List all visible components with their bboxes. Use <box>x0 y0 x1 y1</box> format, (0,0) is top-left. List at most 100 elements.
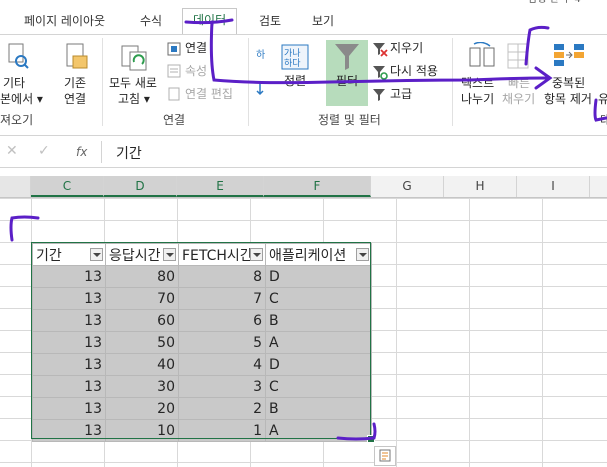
table-cell[interactable]: 7 <box>178 287 266 310</box>
text-to-columns-label-2: 나누기 <box>461 92 495 106</box>
existing-connections-label-2: 연결 <box>64 92 87 106</box>
flash-fill-label-2: 채우기 <box>502 92 536 106</box>
header-label: 기간 <box>36 247 62 264</box>
group-label-connections: 연결 <box>163 113 186 127</box>
table-cell[interactable]: 1 <box>178 419 266 442</box>
tab-data[interactable]: 데이터 <box>182 8 238 36</box>
database-icon <box>8 43 29 69</box>
table-cell[interactable]: 13 <box>32 353 106 376</box>
table-cell[interactable]: 13 <box>32 419 106 442</box>
table-cell[interactable]: 10 <box>105 419 179 442</box>
filter-icon <box>335 44 359 70</box>
table-cell[interactable]: 50 <box>105 331 179 354</box>
advanced-label: 고급 <box>390 87 413 101</box>
table-cell[interactable]: 13 <box>32 287 106 310</box>
column-header-f[interactable]: F <box>264 176 371 197</box>
table-cell[interactable]: 70 <box>105 287 179 310</box>
table-cell[interactable]: 13 <box>32 265 106 288</box>
data-validation-label-cut[interactable]: 유 <box>598 92 607 107</box>
column-header-i[interactable]: I <box>517 176 590 197</box>
sort-label: 정렬 <box>284 74 307 88</box>
connections-icon <box>167 42 181 56</box>
table-cell[interactable]: 4 <box>178 353 266 376</box>
reapply-icon <box>373 66 388 80</box>
table-row: 13 20 2 B <box>32 397 372 420</box>
tab-page-layout[interactable]: 페이지 레이아웃 <box>14 10 115 34</box>
refresh-all-label-1: 모두 새로 <box>109 76 157 90</box>
table-cell[interactable]: 13 <box>32 375 106 398</box>
table-cell[interactable]: 30 <box>105 375 179 398</box>
fill-handle[interactable] <box>367 435 375 443</box>
tab-formulas[interactable]: 수식 <box>130 10 172 34</box>
table-cell[interactable]: 6 <box>178 309 266 332</box>
tab-review[interactable]: 검토 <box>249 10 291 34</box>
column-header-c[interactable]: C <box>31 176 104 197</box>
edit-links-label: 연결 편집 <box>185 87 233 101</box>
column-header-d[interactable]: D <box>104 176 177 197</box>
table-header-row: 기간 응답시간 FETCH시간 애플리케이션 <box>32 243 372 266</box>
filter-dropdown-icon[interactable] <box>90 248 103 261</box>
table-cell[interactable]: 20 <box>105 397 179 420</box>
group-separator <box>452 38 453 126</box>
formula-input[interactable]: 기간 <box>116 143 142 163</box>
table-row: 13 50 5 A <box>32 331 372 354</box>
table-cell[interactable]: C <box>265 375 372 398</box>
column-header-bar: C D E F G H I <box>0 176 607 198</box>
clear-label: 지우기 <box>390 41 424 55</box>
group-label-sort-filter: 정렬 및 필터 <box>318 113 381 127</box>
header-cell-fetch-time[interactable]: FETCH시간 <box>178 243 266 266</box>
group-label-data-tools: 데 <box>600 113 607 127</box>
column-header-g[interactable]: G <box>371 176 444 197</box>
quick-analysis-button[interactable] <box>374 446 396 466</box>
table-cell[interactable]: 13 <box>32 309 106 332</box>
tab-view[interactable]: 보기 <box>302 10 344 34</box>
filter-dropdown-icon[interactable] <box>163 248 176 261</box>
select-all-corner[interactable] <box>0 176 31 197</box>
cancel-icon[interactable]: ✕ <box>6 143 18 159</box>
table-cell[interactable]: C <box>265 287 372 310</box>
header-cell-application[interactable]: 애플리케이션 <box>265 243 372 266</box>
svg-text:하다: 하다 <box>284 58 301 69</box>
table-cell[interactable]: D <box>265 265 372 288</box>
clear-filter-icon <box>373 43 388 57</box>
header-label: 애플리케이션 <box>269 247 347 264</box>
filter-button[interactable]: 필터 <box>326 40 368 106</box>
table-cell[interactable]: D <box>265 353 372 376</box>
properties-label: 속성 <box>185 64 208 78</box>
header-label: FETCH시간 <box>182 247 253 264</box>
quick-analysis-icon <box>379 449 391 462</box>
table-cell[interactable]: 13 <box>32 397 106 420</box>
properties-icon <box>167 64 181 78</box>
title-bar-text: 탐정 만 수 4 <box>528 0 607 5</box>
insert-function-icon[interactable]: fx <box>76 145 87 159</box>
table-cell[interactable]: B <box>265 397 372 420</box>
get-external-label-2: 본에서 ▾ <box>0 92 43 106</box>
table-cell[interactable]: A <box>265 331 372 354</box>
column-header-e[interactable]: E <box>177 176 264 197</box>
table-cell[interactable]: 40 <box>105 353 179 376</box>
enter-icon[interactable]: ✓ <box>38 143 50 159</box>
table-row: 13 60 6 B <box>32 309 372 332</box>
table-cell[interactable]: 3 <box>178 375 266 398</box>
table-cell[interactable]: A <box>265 419 372 442</box>
table-cell[interactable]: 80 <box>105 265 179 288</box>
filter-dropdown-icon[interactable] <box>356 248 369 261</box>
table-cell[interactable]: 5 <box>178 331 266 354</box>
formula-bar: ✕ ✓ fx 기간 <box>0 137 607 168</box>
table-cell[interactable]: B <box>265 309 372 332</box>
table-cell[interactable]: 8 <box>178 265 266 288</box>
filter-dropdown-icon[interactable] <box>250 248 263 261</box>
edit-links-icon <box>168 87 180 101</box>
header-cell-period[interactable]: 기간 <box>32 243 106 266</box>
svg-text:하: 하 <box>256 48 265 61</box>
table-cell[interactable]: 60 <box>105 309 179 332</box>
column-header-h[interactable]: H <box>444 176 517 197</box>
text-to-columns-icon <box>469 42 495 67</box>
header-cell-response-time[interactable]: 응답시간 <box>105 243 179 266</box>
table-cell[interactable]: 13 <box>32 331 106 354</box>
flash-fill-icon <box>507 43 529 69</box>
table-cell[interactable]: 2 <box>178 397 266 420</box>
data-table: 기간 응답시간 FETCH시간 애플리케이션 13 80 8 D 13 70 7… <box>32 243 372 442</box>
formula-bar-divider <box>101 141 102 163</box>
reapply-label: 다시 적용 <box>390 64 438 78</box>
